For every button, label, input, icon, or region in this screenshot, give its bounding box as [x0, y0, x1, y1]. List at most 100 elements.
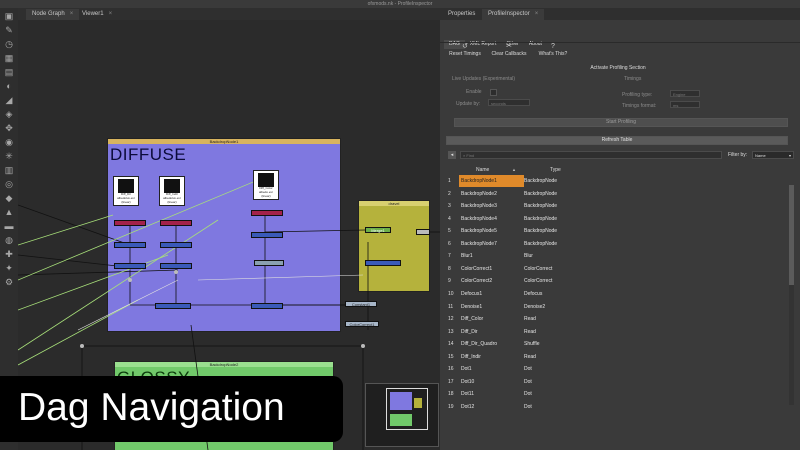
row-name[interactable]: BackdropNode1: [459, 175, 524, 187]
dag-node[interactable]: [251, 210, 283, 216]
3d-icon[interactable]: ◉: [3, 137, 15, 147]
table-row[interactable]: 19 Dot12 Dot: [446, 401, 792, 413]
search-input[interactable]: ⌕ Find: [460, 151, 722, 159]
table-row[interactable]: 10 Defocus1 Defocus: [446, 288, 792, 300]
table-row[interactable]: 2 BackdropNode2 BackdropNode: [446, 188, 792, 200]
table-row[interactable]: 13 Diff_Dir Read: [446, 326, 792, 338]
row-name[interactable]: Dot11: [459, 388, 524, 400]
python-icon[interactable]: ⚙: [3, 277, 15, 287]
deep-icon[interactable]: ▥: [3, 165, 15, 175]
row-name[interactable]: ColorCorrect2: [459, 275, 524, 287]
row-name[interactable]: Denoise1: [459, 301, 524, 313]
read-node-thumbnail[interactable]: Diff_Dir albedolux.exr (linear): [113, 176, 139, 206]
row-name[interactable]: BackdropNode3: [459, 200, 524, 212]
timings-format-select[interactable]: ms: [670, 101, 700, 108]
channel-icon[interactable]: ▦: [3, 53, 15, 63]
dot-node[interactable]: [80, 344, 84, 348]
whats-this-button[interactable]: ? What's This?: [532, 43, 574, 57]
table-row[interactable]: 17 Dot10 Dot: [446, 376, 792, 388]
profiling-type-select[interactable]: Engine: [670, 90, 700, 97]
dag-node[interactable]: [365, 260, 401, 266]
color-icon[interactable]: ▤: [3, 67, 15, 77]
dot-node[interactable]: [361, 344, 365, 348]
gizmo-icon[interactable]: ✚: [3, 249, 15, 259]
dag-node[interactable]: [251, 232, 283, 238]
dag-node[interactable]: [114, 220, 146, 226]
dag-node[interactable]: [114, 263, 146, 269]
tab-node-graph[interactable]: Node Graph ×: [26, 9, 80, 20]
table-row[interactable]: 4 BackdropNode4 BackdropNode: [446, 213, 792, 225]
dag-node[interactable]: [160, 242, 192, 248]
reset-timings-button[interactable]: ↺ Reset Timings: [444, 43, 486, 57]
scrollbar-thumb[interactable]: [789, 185, 794, 285]
other-icon[interactable]: ▬: [3, 221, 15, 231]
filter-toggle-icon[interactable]: ◂: [448, 151, 456, 159]
row-name[interactable]: BackdropNode4: [459, 213, 524, 225]
tab-properties[interactable]: Properties: [442, 9, 481, 20]
dag-node[interactable]: [155, 303, 191, 309]
column-header-name[interactable]: Name: [476, 165, 489, 175]
toolsets-icon[interactable]: ▲: [3, 207, 15, 217]
table-row[interactable]: 7 Blur1 Blur: [446, 250, 792, 262]
image-icon[interactable]: ▣: [3, 11, 15, 21]
transform-icon[interactable]: ✥: [3, 123, 15, 133]
row-name[interactable]: BackdropNode5: [459, 225, 524, 237]
tab-viewer1[interactable]: Viewer1 ×: [76, 9, 118, 20]
row-name[interactable]: Blur1: [459, 250, 524, 262]
start-profiling-button[interactable]: Start Profiling: [454, 118, 788, 127]
particles-icon[interactable]: ✳: [3, 151, 15, 161]
row-name[interactable]: Diff_Indir: [459, 351, 524, 363]
table-row[interactable]: 12 Diff_Color Read: [446, 313, 792, 325]
dag-node[interactable]: [160, 220, 192, 226]
constant-node[interactable]: Constant1: [345, 301, 377, 307]
colorcorrect-node[interactable]: ColorCorrect1: [345, 321, 379, 327]
dag-node[interactable]: [114, 242, 146, 248]
minimap-viewport[interactable]: [386, 388, 428, 430]
tab-profile-inspector[interactable]: ProfileInspector ×: [482, 9, 545, 20]
row-name[interactable]: ColorCorrect1: [459, 263, 524, 275]
column-header-type[interactable]: Type: [550, 165, 561, 175]
dag-node[interactable]: [416, 229, 430, 235]
dag-node[interactable]: [254, 260, 284, 266]
row-name[interactable]: Defocus1: [459, 288, 524, 300]
row-name[interactable]: Dot1: [459, 363, 524, 375]
table-row[interactable]: 18 Dot11 Dot: [446, 388, 792, 400]
filter-icon[interactable]: ◐: [3, 81, 15, 91]
furnace-icon[interactable]: ◍: [3, 235, 15, 245]
table-row[interactable]: 11 Denoise1 Denoise2: [446, 301, 792, 313]
plugin-icon[interactable]: ✦: [3, 263, 15, 273]
time-icon[interactable]: ◷: [3, 39, 15, 49]
table-row[interactable]: 9 ColorCorrect2 ColorCorrect: [446, 275, 792, 287]
draw-icon[interactable]: ✎: [3, 25, 15, 35]
row-name[interactable]: BackdropNode2: [459, 188, 524, 200]
enable-checkbox[interactable]: [490, 89, 497, 96]
table-row[interactable]: 3 BackdropNode3 BackdropNode: [446, 200, 792, 212]
table-row[interactable]: 16 Dot1 Dot: [446, 363, 792, 375]
clear-callbacks-button[interactable]: ✂ Clear Callbacks: [488, 43, 530, 57]
dot-node[interactable]: [128, 278, 132, 282]
filter-by-select[interactable]: Name ▾: [752, 151, 794, 159]
table-row[interactable]: 5 BackdropNode5 BackdropNode: [446, 225, 792, 237]
table-row[interactable]: 6 BackdropNode7 BackdropNode: [446, 238, 792, 250]
metadata-icon[interactable]: ◆: [3, 193, 15, 203]
row-name[interactable]: Dot12: [459, 401, 524, 413]
table-row[interactable]: 15 Diff_Indir Read: [446, 351, 792, 363]
update-by-select[interactable]: seconds: [488, 99, 530, 106]
read-node-thumbnail[interactable]: Diff_Indir albedolux.exr (linear): [159, 176, 185, 206]
merge-icon[interactable]: ◈: [3, 109, 15, 119]
row-name[interactable]: Diff_Color: [459, 313, 524, 325]
row-name[interactable]: BackdropNode7: [459, 238, 524, 250]
dag-node[interactable]: [160, 263, 192, 269]
table-row[interactable]: 1 BackdropNode1 BackdropNode: [446, 175, 792, 187]
refresh-table-button[interactable]: Refresh Table: [446, 136, 788, 145]
merge-node[interactable]: Merge1: [365, 227, 391, 233]
row-name[interactable]: Dot10: [459, 376, 524, 388]
views-icon[interactable]: ◎: [3, 179, 15, 189]
dag-node[interactable]: [251, 303, 283, 309]
dag-minimap[interactable]: [365, 383, 439, 447]
dot-node[interactable]: [174, 270, 178, 274]
row-name[interactable]: Diff_Dir_Quadro: [459, 338, 524, 350]
table-row[interactable]: 14 Diff_Dir_Quadro Shuffle: [446, 338, 792, 350]
row-name[interactable]: Diff_Dir: [459, 326, 524, 338]
table-scrollbar[interactable]: [789, 185, 794, 405]
